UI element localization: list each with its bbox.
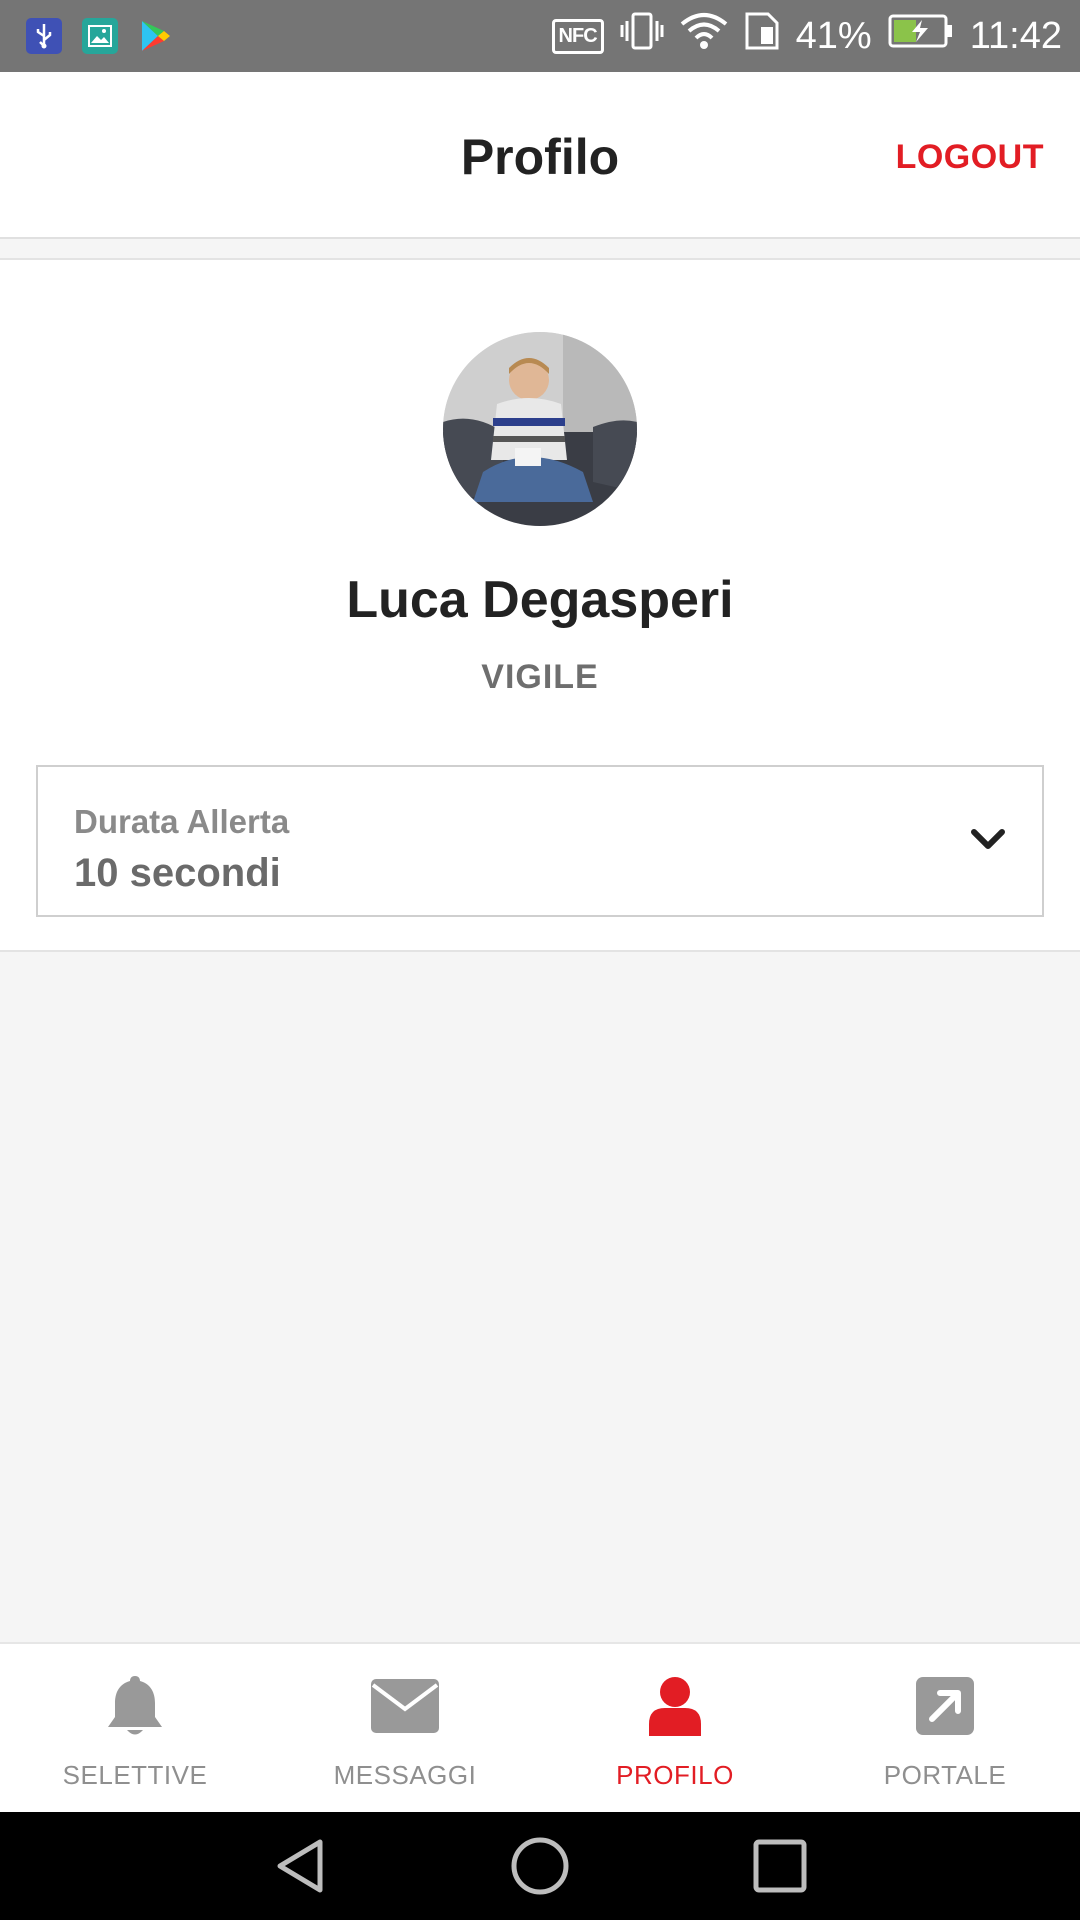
nav-label: PORTALE xyxy=(883,1760,1007,1790)
nav-label: MESSAGGI xyxy=(333,1760,477,1790)
gallery-icon xyxy=(82,18,118,54)
user-role: VIGILE xyxy=(481,658,599,696)
system-status-icons: NFC 41% 11:42 xyxy=(551,0,1062,72)
battery-percent: 41% xyxy=(795,14,872,57)
clock: 11:42 xyxy=(969,14,1062,57)
wifi-icon xyxy=(680,12,728,60)
play-store-icon xyxy=(138,18,174,54)
chevron-down-icon xyxy=(971,829,1005,849)
nav-item-messaggi[interactable]: MESSAGGI xyxy=(270,1644,540,1812)
usb-icon xyxy=(26,18,62,54)
bell-icon xyxy=(100,1674,170,1738)
sim-icon xyxy=(744,11,780,61)
nav-item-profilo[interactable]: PROFILO xyxy=(540,1644,810,1818)
nav-item-selettive[interactable]: SELETTIVE xyxy=(0,1644,270,1812)
envelope-icon xyxy=(370,1674,440,1738)
alert-duration-select[interactable]: Durata Allerta 10 secondi xyxy=(36,765,1044,917)
alert-duration-label: Durata Allerta xyxy=(74,803,290,840)
back-icon[interactable] xyxy=(270,1836,330,1896)
nav-label: PROFILO xyxy=(616,1760,734,1790)
bottom-navigation: SELETTIVE MESSAGGI PROFILO PORTALE xyxy=(0,1642,1080,1818)
nfc-icon: NFC xyxy=(551,18,604,54)
user-name: Luca Degasperi xyxy=(346,571,734,629)
avatar[interactable] xyxy=(443,332,637,526)
nav-item-portale[interactable]: PORTALE xyxy=(810,1644,1080,1812)
profile-card: Luca Degasperi VIGILE Durata Allerta 10 … xyxy=(0,258,1080,952)
recent-apps-icon[interactable] xyxy=(750,1836,810,1896)
user-icon xyxy=(640,1674,710,1738)
notification-icons xyxy=(26,18,174,54)
nav-label: SELETTIVE xyxy=(62,1760,208,1790)
system-navigation-bar xyxy=(0,1812,1080,1920)
app-header: Profilo LOGOUT xyxy=(0,72,1080,239)
alert-duration-value: 10 secondi xyxy=(74,851,281,895)
vibrate-icon xyxy=(620,11,664,61)
home-icon[interactable] xyxy=(510,1836,570,1896)
external-link-icon xyxy=(910,1674,980,1738)
battery-charging-icon xyxy=(888,14,954,58)
logout-button[interactable]: LOGOUT xyxy=(896,138,1044,177)
status-bar: NFC 41% 11:42 xyxy=(0,0,1080,72)
